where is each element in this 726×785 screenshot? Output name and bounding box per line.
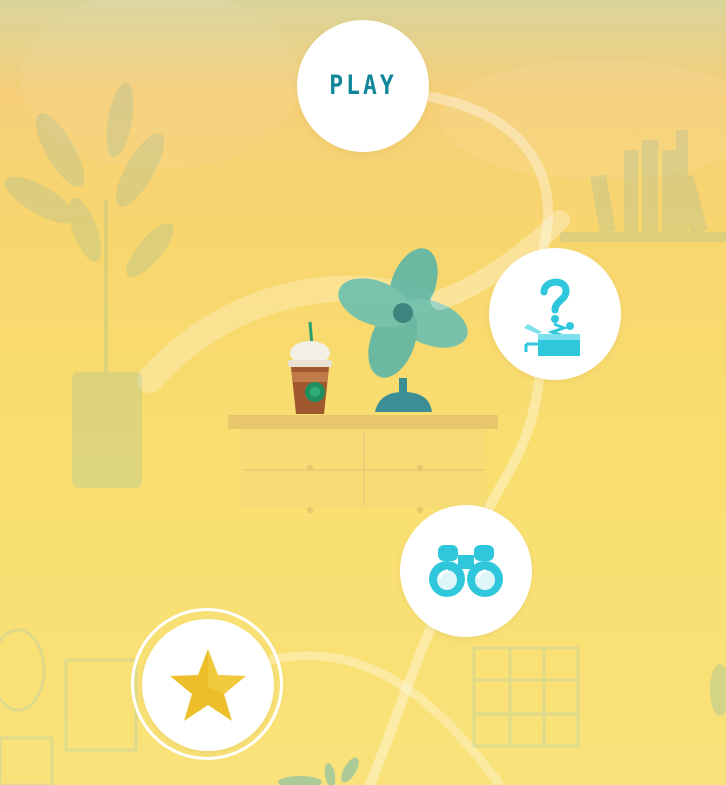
star-icon bbox=[170, 649, 246, 721]
game-scene: PLAY bbox=[0, 0, 726, 785]
wall-frames bbox=[0, 628, 138, 785]
play-label: PLAY bbox=[329, 71, 397, 101]
binoculars-button[interactable] bbox=[400, 505, 532, 637]
sprout-leaves bbox=[278, 757, 359, 785]
jack-in-the-box-question-icon bbox=[524, 278, 580, 356]
window-frame bbox=[472, 646, 580, 748]
mystery-box-button[interactable] bbox=[489, 248, 621, 380]
play-button[interactable]: PLAY bbox=[297, 20, 429, 152]
binoculars-icon bbox=[429, 545, 503, 597]
iced-coffee-cup bbox=[288, 321, 332, 414]
desk-fan bbox=[338, 248, 468, 412]
star-button[interactable] bbox=[142, 619, 274, 751]
dresser bbox=[228, 415, 498, 513]
